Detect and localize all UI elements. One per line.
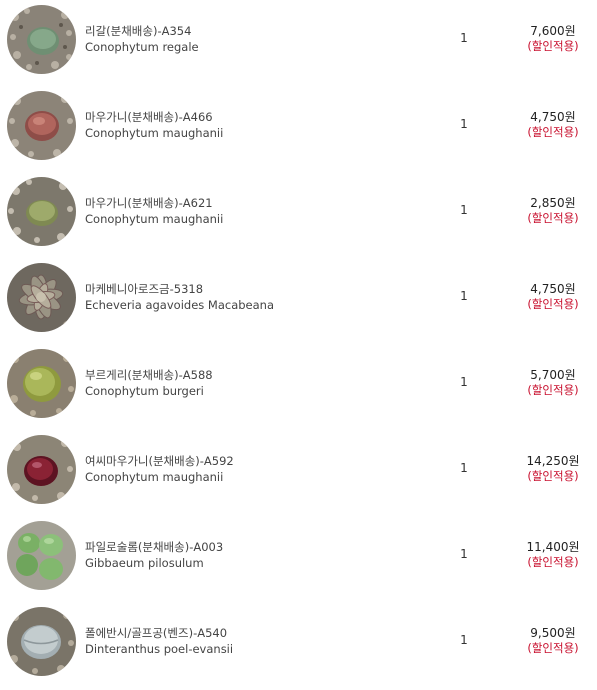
- product-quantity: 1: [460, 117, 468, 131]
- product-name[interactable]: 부르게리(분채배송)-A588: [85, 367, 405, 383]
- product-info: 마우가니(분채배송)-A466 Conophytum maughanii: [85, 109, 405, 141]
- price-block: 5,700원 (할인적용): [493, 367, 583, 397]
- product-scientific-name: Echeveria agavoides Macabeana: [85, 298, 275, 312]
- product-info: 마우가니(분채배송)-A621 Conophytum maughanii: [85, 195, 405, 227]
- order-item-row: 마우가니(분채배송)-A466 Conophytum maughanii 1 4…: [0, 88, 597, 174]
- product-scientific-name: Conophytum regale: [85, 40, 199, 54]
- price-block: 4,750원 (할인적용): [493, 281, 583, 311]
- product-name[interactable]: 마우가니(분채배송)-A621: [85, 195, 405, 211]
- price-block: 14,250원 (할인적용): [493, 453, 583, 483]
- discount-label: (할인적용): [527, 125, 579, 139]
- product-quantity: 1: [460, 31, 468, 45]
- product-price: 7,600원: [530, 24, 576, 38]
- order-item-row: 폴에반시/골프공(벤즈)-A540 Dinteranthus poel-evan…: [0, 604, 597, 690]
- discount-label: (할인적용): [527, 555, 579, 569]
- product-info: 여씨마우가니(분채배송)-A592 Conophytum maughanii: [85, 453, 405, 485]
- product-quantity: 1: [460, 289, 468, 303]
- product-price: 11,400원: [526, 540, 580, 554]
- product-scientific-name: Conophytum maughanii: [85, 126, 224, 140]
- price-block: 11,400원 (할인적용): [493, 539, 583, 569]
- product-price: 5,700원: [530, 368, 576, 382]
- product-price: 4,750원: [530, 110, 576, 124]
- product-price: 14,250원: [526, 454, 580, 468]
- order-item-row: 여씨마우가니(분채배송)-A592 Conophytum maughanii 1…: [0, 432, 597, 518]
- product-info: 부르게리(분채배송)-A588 Conophytum burgeri: [85, 367, 405, 399]
- product-info: 파일로술롬(분채배송)-A003 Gibbaeum pilosulum: [85, 539, 405, 571]
- product-price: 9,500원: [530, 626, 576, 640]
- product-thumbnail[interactable]: [7, 91, 76, 160]
- product-name[interactable]: 폴에반시/골프공(벤즈)-A540: [85, 625, 405, 641]
- product-thumbnail[interactable]: [7, 177, 76, 246]
- discount-label: (할인적용): [527, 469, 579, 483]
- product-name[interactable]: 마케베니아로즈금-5318: [85, 281, 405, 297]
- product-thumbnail[interactable]: [7, 349, 76, 418]
- discount-label: (할인적용): [527, 641, 579, 655]
- discount-label: (할인적용): [527, 383, 579, 397]
- price-block: 4,750원 (할인적용): [493, 109, 583, 139]
- discount-label: (할인적용): [527, 297, 579, 311]
- discount-label: (할인적용): [527, 211, 579, 225]
- discount-label: (할인적용): [527, 39, 579, 53]
- product-thumbnail[interactable]: [7, 521, 76, 590]
- product-price: 2,850원: [530, 196, 576, 210]
- product-scientific-name: Conophytum burgeri: [85, 384, 204, 398]
- product-name[interactable]: 여씨마우가니(분채배송)-A592: [85, 453, 405, 469]
- order-item-row: 파일로술롬(분채배송)-A003 Gibbaeum pilosulum 1 11…: [0, 518, 597, 604]
- product-scientific-name: Conophytum maughanii: [85, 470, 224, 484]
- product-thumbnail[interactable]: [7, 263, 76, 332]
- product-quantity: 1: [460, 375, 468, 389]
- product-quantity: 1: [460, 547, 468, 561]
- product-name[interactable]: 리갈(분채배송)-A354: [85, 23, 405, 39]
- order-item-list: 리갈(분채배송)-A354 Conophytum regale 1 7,600원…: [0, 0, 597, 680]
- order-item-row: 마케베니아로즈금-5318 Echeveria agavoides Macabe…: [0, 260, 597, 346]
- product-quantity: 1: [460, 633, 468, 647]
- product-scientific-name: Conophytum maughanii: [85, 212, 224, 226]
- product-scientific-name: Gibbaeum pilosulum: [85, 556, 204, 570]
- order-item-row: 리갈(분채배송)-A354 Conophytum regale 1 7,600원…: [0, 2, 597, 88]
- product-thumbnail[interactable]: [7, 607, 76, 676]
- product-name[interactable]: 마우가니(분채배송)-A466: [85, 109, 405, 125]
- product-quantity: 1: [460, 461, 468, 475]
- product-quantity: 1: [460, 203, 468, 217]
- price-block: 7,600원 (할인적용): [493, 23, 583, 53]
- product-scientific-name: Dinteranthus poel-evansii: [85, 642, 234, 656]
- order-item-row: 마우가니(분채배송)-A621 Conophytum maughanii 1 2…: [0, 174, 597, 260]
- product-price: 4,750원: [530, 282, 576, 296]
- price-block: 9,500원 (할인적용): [493, 625, 583, 655]
- price-block: 2,850원 (할인적용): [493, 195, 583, 225]
- product-thumbnail[interactable]: [7, 435, 76, 504]
- product-info: 폴에반시/골프공(벤즈)-A540 Dinteranthus poel-evan…: [85, 625, 405, 657]
- product-info: 마케베니아로즈금-5318 Echeveria agavoides Macabe…: [85, 281, 405, 313]
- product-name[interactable]: 파일로술롬(분채배송)-A003: [85, 539, 405, 555]
- order-item-row: 부르게리(분채배송)-A588 Conophytum burgeri 1 5,7…: [0, 346, 597, 432]
- product-info: 리갈(분채배송)-A354 Conophytum regale: [85, 23, 405, 55]
- product-thumbnail[interactable]: [7, 5, 76, 74]
